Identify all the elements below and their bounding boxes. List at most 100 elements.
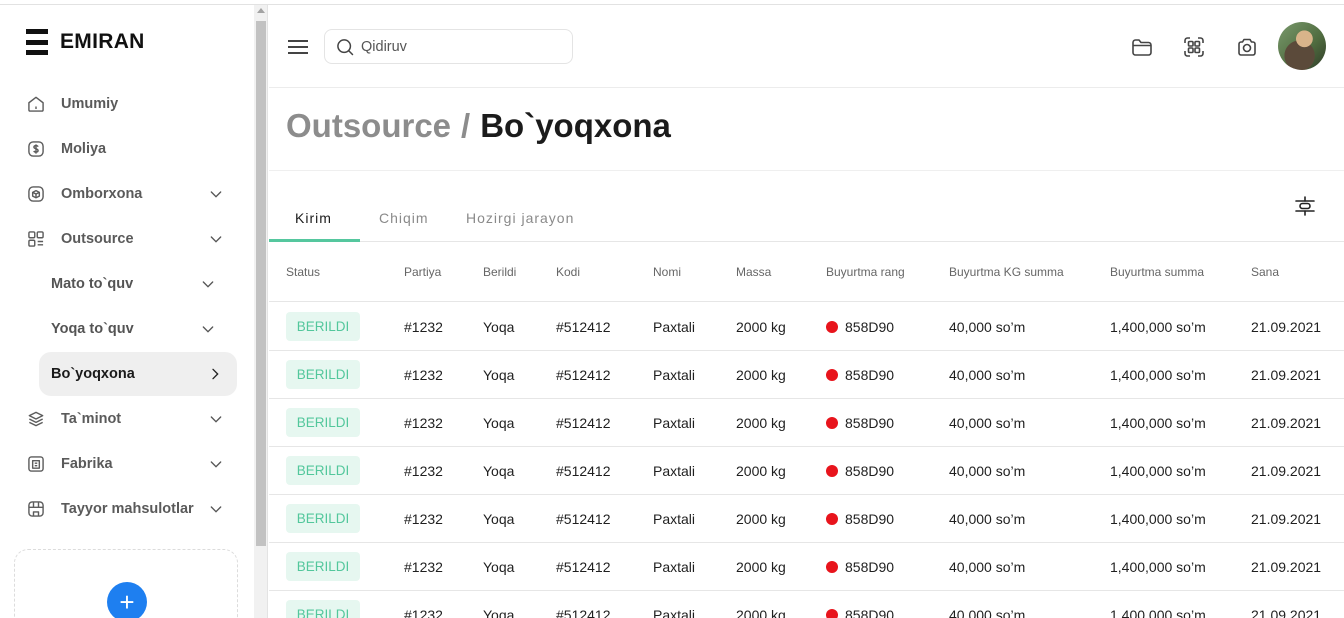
dollar-icon bbox=[28, 141, 44, 157]
table-cell: Paxtali bbox=[653, 463, 696, 479]
column-header[interactable]: Berildi bbox=[483, 265, 516, 279]
sidebar-item-taminot[interactable]: Ta`minot bbox=[14, 397, 238, 441]
table-cell: #512412 bbox=[556, 607, 611, 618]
table-cell: 1,400,000 so’m bbox=[1110, 367, 1206, 383]
hamburger-menu-icon[interactable] bbox=[288, 40, 308, 54]
sidebar-item-label: Bo`yoqxona bbox=[51, 366, 135, 382]
chevron-down-icon bbox=[210, 416, 222, 423]
color-code: 858D90 bbox=[845, 511, 895, 527]
camera-icon[interactable] bbox=[1235, 35, 1259, 59]
status-badge: BERILDI bbox=[286, 600, 360, 618]
sidebar-item-outsource[interactable]: Outsource bbox=[14, 217, 238, 261]
table-cell: Paxtali bbox=[653, 607, 696, 618]
color-dot-icon bbox=[826, 465, 838, 477]
table-cell: #1232 bbox=[404, 319, 443, 335]
tab-kirim[interactable]: Kirim bbox=[295, 210, 332, 226]
sidebar-item-label: Ta`minot bbox=[61, 411, 122, 427]
color-cell: 858D90 bbox=[826, 559, 894, 575]
table-row[interactable]: BERILDI #1232 Yoqa #512412 Paxtali 2000 kg 858… bbox=[269, 543, 1344, 591]
sidebar-item-label: Tayyor mahsulotlar bbox=[61, 501, 194, 517]
table-cell: #512412 bbox=[556, 463, 611, 479]
table-cell: #512412 bbox=[556, 415, 611, 431]
status-badge: BERILDI bbox=[286, 552, 360, 581]
table-cell: Yoqa bbox=[483, 319, 515, 335]
user-avatar[interactable] bbox=[1278, 22, 1326, 70]
sidebar-item-label: Mato to`quv bbox=[51, 276, 134, 292]
column-header[interactable]: Buyurtma rang bbox=[826, 265, 905, 279]
table-cell: 2000 kg bbox=[736, 559, 786, 575]
breadcrumb-separator: / bbox=[461, 107, 471, 144]
tab-chiqim[interactable]: Chiqim bbox=[379, 210, 429, 226]
breadcrumb-parent[interactable]: Outsource bbox=[286, 107, 451, 144]
color-code: 858D90 bbox=[845, 607, 895, 618]
table-cell: 21.09.2021 bbox=[1251, 415, 1322, 431]
chevron-down-icon bbox=[202, 326, 214, 333]
sidebar-subitem-mato-toquv[interactable]: Mato to`quv bbox=[14, 262, 238, 306]
color-dot-icon bbox=[826, 369, 838, 381]
color-cell: 858D90 bbox=[826, 415, 894, 431]
brand-logo[interactable]: EMIRAN bbox=[26, 29, 145, 55]
add-button[interactable]: + bbox=[107, 582, 147, 618]
sidebar-subitem-boyoqxona[interactable]: Bo`yoqxona bbox=[39, 352, 237, 396]
table-row[interactable]: BERILDI #1232 Yoqa #512412 Paxtali 2000 kg 858… bbox=[269, 399, 1344, 447]
table-cell: #512412 bbox=[556, 511, 611, 527]
search-icon bbox=[337, 39, 354, 56]
table-cell: 40,000 so’m bbox=[949, 607, 1026, 618]
filter-settings-icon[interactable] bbox=[1293, 194, 1317, 218]
layers-icon bbox=[28, 411, 44, 427]
table-row[interactable]: BERILDI #1232 Yoqa #512412 Paxtali 2000 kg 858… bbox=[269, 495, 1344, 543]
table-cell: 21.09.2021 bbox=[1251, 607, 1322, 618]
search-input[interactable] bbox=[361, 36, 561, 58]
color-dot-icon bbox=[826, 513, 838, 525]
column-header[interactable]: Massa bbox=[736, 265, 771, 279]
search-box[interactable] bbox=[324, 29, 573, 64]
scrollbar-thumb[interactable] bbox=[256, 21, 266, 546]
sidebar-item-omborxona[interactable]: Omborxona bbox=[14, 172, 238, 216]
sidebar-scrollbar[interactable] bbox=[254, 5, 268, 618]
table-cell: 21.09.2021 bbox=[1251, 367, 1322, 383]
table-cell: 40,000 so’m bbox=[949, 367, 1026, 383]
color-dot-icon bbox=[826, 321, 838, 333]
factory-icon bbox=[28, 456, 44, 472]
folder-icon[interactable] bbox=[1130, 35, 1154, 59]
sidebar-item-moliya[interactable]: Moliya bbox=[14, 127, 238, 171]
column-header[interactable]: Buyurtma summa bbox=[1110, 265, 1204, 279]
table-cell: 40,000 so’m bbox=[949, 511, 1026, 527]
table-cell: Paxtali bbox=[653, 367, 696, 383]
app-window: EMIRAN Umumiy Moliya Omborxona Outsource bbox=[0, 0, 1344, 618]
tab-hozirgi-jarayon[interactable]: Hozirgi jarayon bbox=[466, 210, 574, 226]
scroll-up-arrow-icon[interactable] bbox=[257, 8, 265, 13]
column-header[interactable]: Nomi bbox=[653, 265, 681, 279]
table-cell: Yoqa bbox=[483, 415, 515, 431]
status-badge: BERILDI bbox=[286, 408, 360, 437]
qr-scan-icon[interactable] bbox=[1182, 35, 1206, 59]
column-header[interactable]: Buyurtma KG summa bbox=[949, 265, 1064, 279]
sidebar-subitem-yoqa-toquv[interactable]: Yoqa to`quv bbox=[14, 307, 238, 351]
sidebar-item-fabrika[interactable]: Fabrika bbox=[14, 442, 238, 486]
column-header[interactable]: Partiya bbox=[404, 265, 441, 279]
table-cell: #1232 bbox=[404, 367, 443, 383]
column-header[interactable]: Status bbox=[286, 265, 320, 279]
divider bbox=[269, 170, 1344, 171]
status-badge: BERILDI bbox=[286, 456, 360, 485]
color-code: 858D90 bbox=[845, 367, 895, 383]
table-row[interactable]: BERILDI #1232 Yoqa #512412 Paxtali 2000 kg 858… bbox=[269, 303, 1344, 351]
table-cell: 40,000 so’m bbox=[949, 415, 1026, 431]
sidebar-item-tayyor-mahsulotlar[interactable]: Tayyor mahsulotlar bbox=[14, 487, 238, 531]
shop-icon bbox=[28, 501, 44, 517]
column-header[interactable]: Kodi bbox=[556, 265, 580, 279]
table-row[interactable]: BERILDI #1232 Yoqa #512412 Paxtali 2000 kg 858… bbox=[269, 351, 1344, 399]
color-dot-icon bbox=[826, 417, 838, 429]
table-cell: #512412 bbox=[556, 319, 611, 335]
table-cell: 21.09.2021 bbox=[1251, 511, 1322, 527]
table-row[interactable]: BERILDI #1232 Yoqa #512412 Paxtali 2000 kg 858… bbox=[269, 447, 1344, 495]
color-code: 858D90 bbox=[845, 319, 895, 335]
color-dot-icon bbox=[826, 561, 838, 573]
top-bar bbox=[269, 6, 1344, 88]
table-cell: 2000 kg bbox=[736, 367, 786, 383]
column-header[interactable]: Sana bbox=[1251, 265, 1279, 279]
status-badge: BERILDI bbox=[286, 312, 360, 341]
table-row[interactable]: BERILDI #1232 Yoqa #512412 Paxtali 2000 kg 858… bbox=[269, 591, 1344, 618]
sidebar-item-umumiy[interactable]: Umumiy bbox=[14, 82, 238, 126]
color-cell: 858D90 bbox=[826, 319, 894, 335]
